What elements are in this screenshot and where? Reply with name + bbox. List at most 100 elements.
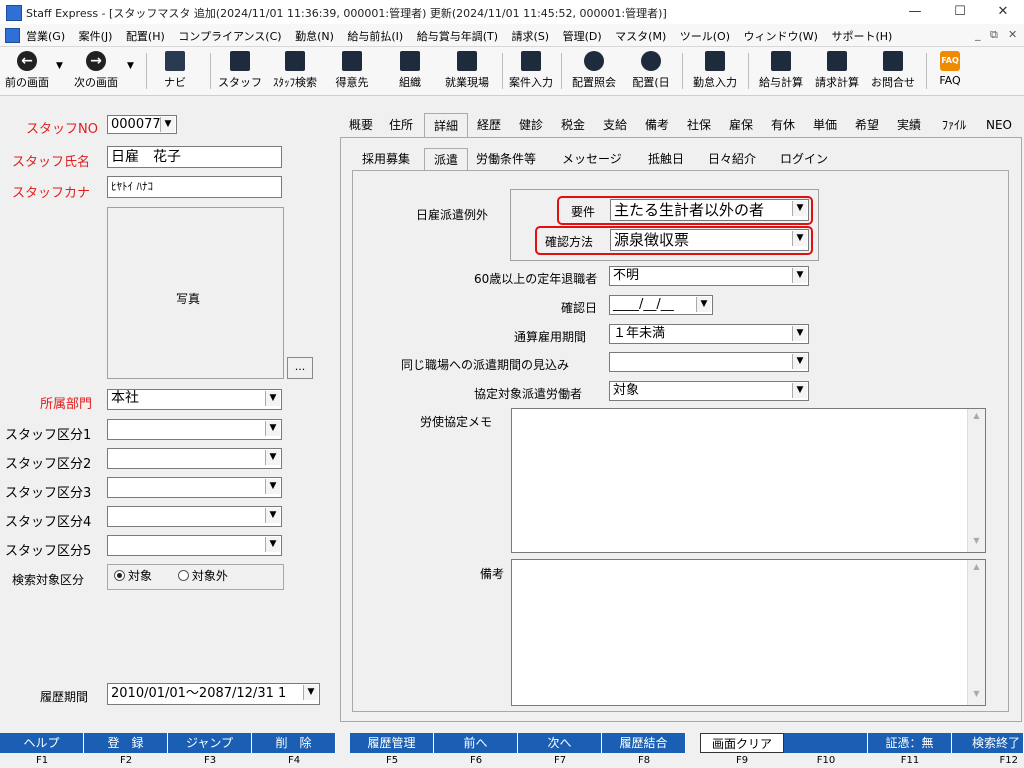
requirement-select[interactable]: 主たる生計者以外の者 ▼ [610,199,809,221]
history-manage-button[interactable]: 履歴管理 [350,733,434,753]
scroll-up-icon[interactable]: ▲ [968,411,985,425]
maximize-button[interactable]: ☐ [945,2,975,22]
tab-conflict-date[interactable]: 抵触日 [648,148,684,170]
radio-target[interactable] [114,570,125,581]
scroll-down-icon[interactable]: ▼ [968,689,985,703]
menu-master[interactable]: マスタ(M) [615,30,666,43]
next-button[interactable]: → 次の画面 [70,47,122,95]
evidence-button[interactable]: 証憑：無 [868,733,952,753]
staff-button[interactable]: スタッフ [218,47,262,95]
confirm-date-picker[interactable]: ____/__/__ ▼ [609,295,713,315]
tab-career[interactable]: 経歴 [470,113,508,137]
placement-inquiry-button[interactable]: 配置照会 [568,47,620,95]
tab-address[interactable]: 住所 [382,113,420,137]
tab-social-insurance[interactable]: 社保 [680,113,718,137]
menu-support[interactable]: サポート(H) [831,30,892,43]
menu-sales[interactable]: 営業(G) [26,30,65,43]
menu-placement[interactable]: 配置(H) [126,30,165,43]
delete-button[interactable]: 削 除 [252,733,336,753]
tab-daily-introduction[interactable]: 日々紹介 [708,148,756,170]
tab-preference[interactable]: 希望 [848,113,886,137]
scroll-up-icon[interactable]: ▲ [968,562,985,576]
same-workplace-select[interactable]: ▼ [609,352,809,372]
mdi-close-button[interactable]: ✕ [1008,28,1017,41]
billing-calc-button[interactable]: 請求計算 [810,47,864,95]
back-button[interactable]: ← 前の画面 [2,47,52,95]
tab-neo[interactable]: NEO [980,113,1018,137]
tab-paid-leave[interactable]: 有休 [764,113,802,137]
staff-class3-select[interactable]: ▼ [107,477,282,498]
remarks-textarea[interactable]: ▲ ▼ [511,559,986,706]
retired60-select[interactable]: 不明 ▼ [609,266,809,286]
menu-attendance[interactable]: 勤怠(N) [295,30,334,43]
next-dropdown-icon[interactable]: ▼ [127,61,134,71]
tab-payment[interactable]: 支給 [596,113,634,137]
help-button[interactable]: ヘルプ [0,733,84,753]
mdi-restore-button[interactable]: ⧉ [990,28,998,42]
attendance-input-button[interactable]: 勤怠入力 [688,47,742,95]
tab-tax[interactable]: 税金 [554,113,592,137]
client-button[interactable]: 得意先 [330,47,374,95]
jump-button[interactable]: ジャンプ [168,733,252,753]
scrollbar[interactable]: ▲ ▼ [967,409,985,552]
tab-details[interactable]: 詳細 [424,113,468,138]
register-button[interactable]: 登 録 [84,733,168,753]
labor-memo-textarea[interactable]: ▲ ▼ [511,408,986,553]
menu-compliance[interactable]: コンプライアンス(C) [178,30,281,43]
next-record-button[interactable]: 次へ [518,733,602,753]
menu-tools[interactable]: ツール(O) [680,30,730,43]
minimize-button[interactable]: — [900,2,930,22]
staff-search-button[interactable]: ｽﾀｯﾌ検索 [266,47,324,95]
staff-class1-select[interactable]: ▼ [107,419,282,440]
close-button[interactable]: ✕ [988,2,1018,22]
radio-exclude[interactable] [177,570,189,581]
dept-select[interactable]: 本社 ▼ [107,389,282,410]
tab-results[interactable]: 実績 [890,113,928,137]
scrollbar[interactable]: ▲ ▼ [967,560,985,705]
org-button[interactable]: 組織 [388,47,432,95]
staff-no-select[interactable]: 000077 ▼ [107,115,177,134]
tab-message[interactable]: メッセージ [562,148,622,170]
history-period-select[interactable]: 2010/01/01～2087/12/31 1 ▼ [107,683,320,705]
job-entry-button[interactable]: 案件入力 [505,47,557,95]
tab-employment-insurance[interactable]: 雇保 [722,113,760,137]
employment-period-select[interactable]: １年未満 ▼ [609,324,809,344]
faq-button[interactable]: FAQ FAQ [930,47,970,95]
prev-button[interactable]: 前へ [434,733,518,753]
staff-class5-select[interactable]: ▼ [107,535,282,556]
menu-window[interactable]: ウィンドウ(W) [744,30,818,43]
placement-day-button[interactable]: 配置(日 [626,47,676,95]
tab-file[interactable]: ﾌｧｲﾙ [932,113,976,137]
search-end-button[interactable]: 検索終了 [952,733,1024,753]
history-merge-button[interactable]: 履歴結合 [602,733,686,753]
tab-login[interactable]: ログイン [780,148,828,170]
menu-advance-pay[interactable]: 給与前払(I) [347,30,403,43]
staff-name-input[interactable]: 日雇 花子 [107,146,282,168]
tab-dispatch[interactable]: 派遣 [424,148,468,171]
tab-remarks[interactable]: 備考 [638,113,676,137]
confirm-method-select[interactable]: 源泉徴収票 ▼ [610,229,809,251]
app-menu-icon[interactable] [5,28,20,43]
staff-kana-input[interactable]: ﾋﾔﾄｲ ﾊﾅｺ [107,176,282,198]
staff-class2-select[interactable]: ▼ [107,448,282,469]
worksite-button[interactable]: 就業現場 [440,47,494,95]
menu-admin[interactable]: 管理(D) [563,30,602,43]
clear-screen-button[interactable]: 画面クリア [700,733,784,753]
navi-button[interactable]: ナビ [155,47,195,95]
menu-payroll[interactable]: 給与賞与年調(T) [417,30,498,43]
payroll-calc-button[interactable]: 給与計算 [754,47,808,95]
mdi-minimize-button[interactable]: _ [975,28,981,41]
tab-unit-price[interactable]: 単価 [806,113,844,137]
tab-overview[interactable]: 概要 [342,113,380,137]
agreement-worker-select[interactable]: 対象 ▼ [609,381,809,401]
staff-class4-select[interactable]: ▼ [107,506,282,527]
photo-browse-button[interactable]: ... [287,357,313,379]
scroll-down-icon[interactable]: ▼ [968,536,985,550]
back-dropdown-icon[interactable]: ▼ [56,61,63,71]
contact-button[interactable]: お問合せ [866,47,920,95]
f10-button[interactable] [784,733,868,753]
menu-billing[interactable]: 請求(S) [512,30,550,43]
menu-jobs[interactable]: 案件(J) [79,30,113,43]
tab-working-conditions[interactable]: 労働条件等 [476,148,536,170]
tab-health-check[interactable]: 健診 [512,113,550,137]
